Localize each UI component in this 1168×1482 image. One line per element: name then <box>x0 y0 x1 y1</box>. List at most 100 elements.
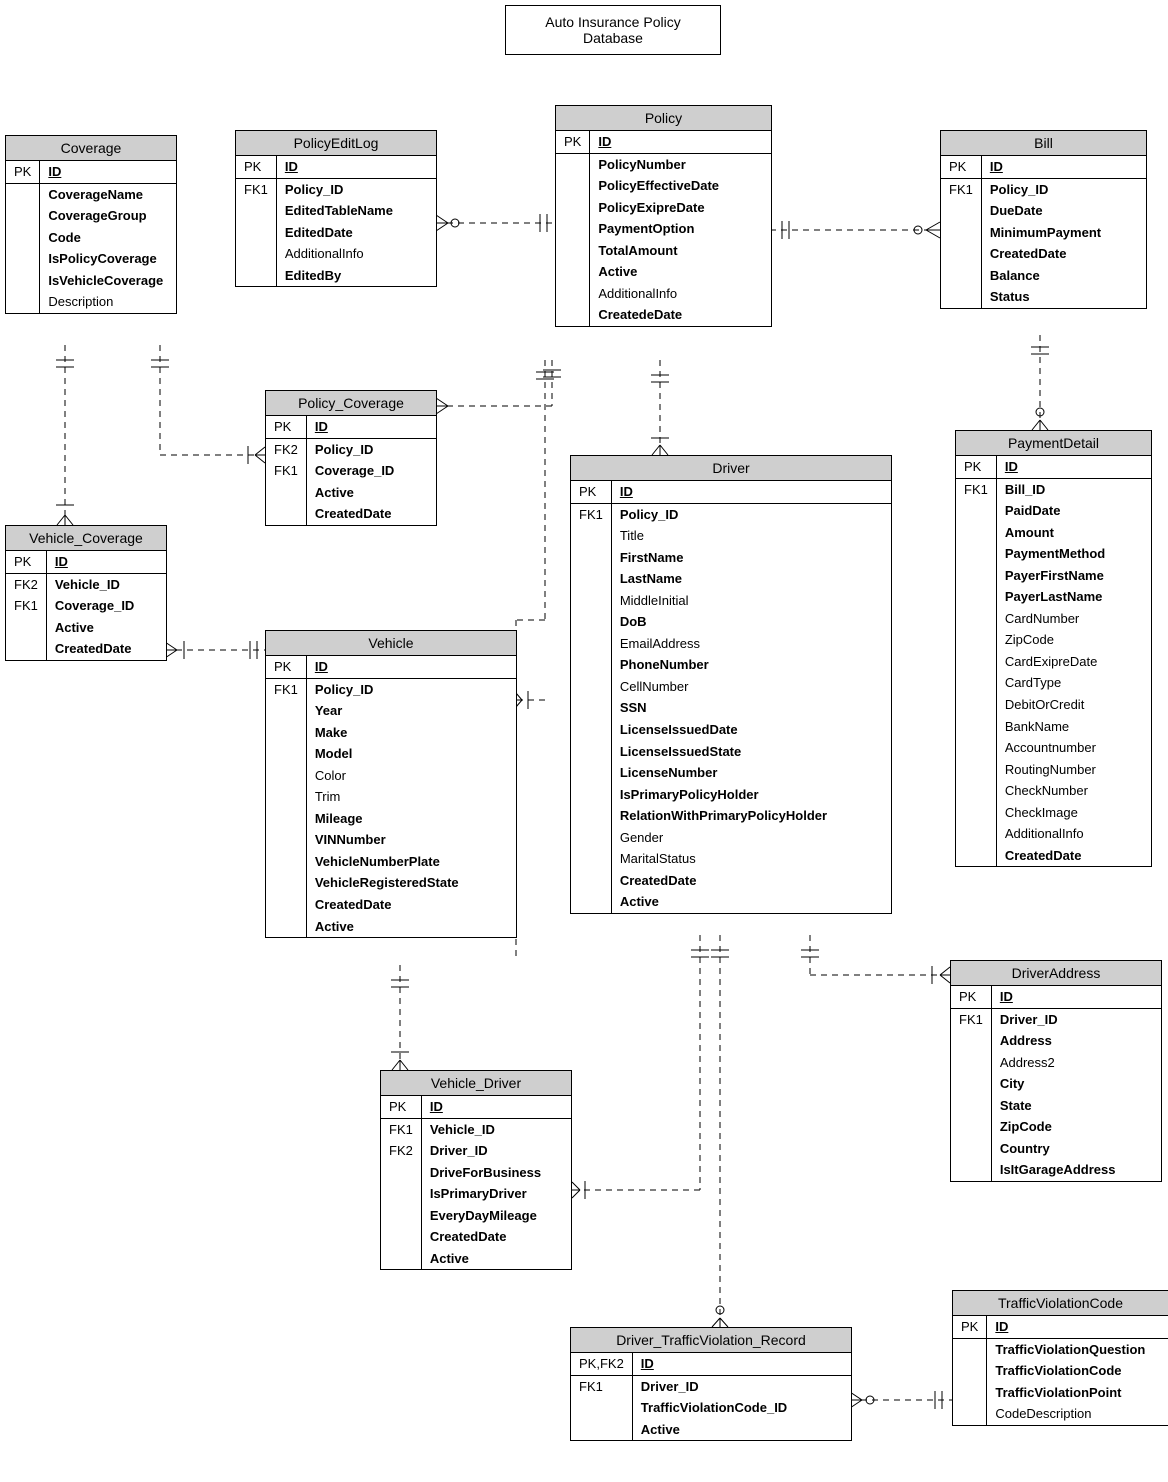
attr-cell: CreatedDate <box>47 638 166 660</box>
key-cell <box>571 525 611 547</box>
key-cell <box>956 845 996 867</box>
key-cell: FK1 <box>266 679 306 701</box>
key-cell <box>953 1382 986 1404</box>
attr-cell: ID <box>40 161 176 184</box>
key-cell <box>951 1030 991 1052</box>
attr-cell: PayerLastName <box>997 586 1151 608</box>
key-cell <box>266 851 306 873</box>
entity-title: Vehicle_Driver <box>381 1071 571 1096</box>
key-cell <box>941 200 981 222</box>
attr-cell: AdditionalInfo <box>590 283 771 305</box>
entity-title: PaymentDetail <box>956 431 1151 456</box>
key-cell: FK1 <box>571 1376 632 1398</box>
attr-cell: CoverageGroup <box>40 205 176 227</box>
key-cell: PK,FK2 <box>571 1353 632 1376</box>
entity-title: TrafficViolationCode <box>953 1291 1168 1316</box>
attr-cell: Driver_ID <box>422 1140 571 1162</box>
key-cell <box>571 654 611 676</box>
attr-cell: Policy_ID <box>982 179 1146 201</box>
key-cell <box>571 719 611 741</box>
key-cell: FK1 <box>956 479 996 501</box>
key-cell <box>571 870 611 892</box>
attr-cell: CardNumber <box>997 608 1151 630</box>
key-cell <box>956 823 996 845</box>
entity-title: PolicyEditLog <box>236 131 436 156</box>
key-cell: FK1 <box>236 179 276 201</box>
attr-cell: IsVehicleCoverage <box>40 270 176 292</box>
attr-cell: Color <box>307 765 516 787</box>
attr-cell: Active <box>612 891 891 913</box>
key-cell <box>956 651 996 673</box>
key-cell <box>381 1183 421 1205</box>
key-cell <box>571 547 611 569</box>
attr-cell: State <box>992 1095 1161 1117</box>
key-cell <box>953 1403 986 1425</box>
key-cell <box>266 722 306 744</box>
key-cell <box>956 737 996 759</box>
attr-cell: RelationWithPrimaryPolicyHolder <box>612 805 891 827</box>
attr-cell: CreatedDate <box>612 870 891 892</box>
attr-cell: Status <box>982 286 1146 308</box>
key-cell <box>266 872 306 894</box>
key-cell <box>951 1095 991 1117</box>
entity-title: Bill <box>941 131 1146 156</box>
key-cell: PK <box>236 156 276 179</box>
attr-cell: CoverageName <box>40 184 176 206</box>
attr-cell: Gender <box>612 827 891 849</box>
key-cell: PK <box>6 161 39 184</box>
key-cell: FK1 <box>941 179 981 201</box>
attr-cell: ID <box>633 1353 851 1376</box>
key-cell <box>951 1138 991 1160</box>
key-cell <box>956 716 996 738</box>
entity-policy: PolicyPK IDPolicyNumberPolicyEffectiveDa… <box>555 105 772 327</box>
key-cell <box>6 638 46 660</box>
key-cell <box>571 676 611 698</box>
attr-cell: LicenseIssuedDate <box>612 719 891 741</box>
key-cell <box>951 1159 991 1181</box>
attr-cell: Active <box>633 1419 851 1441</box>
attr-cell: CheckImage <box>997 802 1151 824</box>
entity-policyeditlog: PolicyEditLogPKFK1 IDPolicy_IDEditedTabl… <box>235 130 437 287</box>
attr-cell: VINNumber <box>307 829 516 851</box>
key-cell <box>941 243 981 265</box>
key-cell <box>381 1226 421 1248</box>
key-cell <box>266 808 306 830</box>
entity-title: Vehicle_Coverage <box>6 526 166 551</box>
key-cell <box>953 1339 986 1361</box>
attr-cell: TrafficViolationCode <box>987 1360 1168 1382</box>
entity-policy_coverage: Policy_CoveragePKFK2FK1 IDPolicy_IDCover… <box>265 390 437 526</box>
key-cell <box>266 786 306 808</box>
entity-trafficviolationcode: TrafficViolationCodePK IDTrafficViolatio… <box>952 1290 1168 1426</box>
key-cell: PK <box>941 156 981 179</box>
key-cell <box>571 568 611 590</box>
key-cell <box>951 1073 991 1095</box>
attr-cell: Amount <box>997 522 1151 544</box>
attr-cell: PolicyNumber <box>590 154 771 176</box>
key-cell <box>951 1052 991 1074</box>
key-cell <box>956 586 996 608</box>
key-cell: FK1 <box>266 460 306 482</box>
attr-cell: IsPrimaryPolicyHolder <box>612 784 891 806</box>
key-cell <box>236 200 276 222</box>
key-cell <box>6 248 39 270</box>
key-cell <box>381 1162 421 1184</box>
attr-cell: Policy_ID <box>307 679 516 701</box>
attr-cell: Driver_ID <box>633 1376 851 1398</box>
key-cell: PK <box>6 551 46 574</box>
key-cell <box>6 291 39 313</box>
attr-cell: Driver_ID <box>992 1009 1161 1031</box>
erd-canvas: Auto Insurance PolicyDatabase CoveragePK… <box>0 0 1168 1482</box>
key-cell <box>941 286 981 308</box>
key-cell <box>6 617 46 639</box>
attr-cell: PaymentMethod <box>997 543 1151 565</box>
key-cell <box>571 697 611 719</box>
entity-title: Vehicle <box>266 631 516 656</box>
key-cell: PK <box>951 986 991 1009</box>
attr-cell: AdditionalInfo <box>997 823 1151 845</box>
key-cell: FK1 <box>951 1009 991 1031</box>
attr-cell: ID <box>307 656 516 679</box>
attr-cell: PayerFirstName <box>997 565 1151 587</box>
attr-cell: ZipCode <box>992 1116 1161 1138</box>
attr-cell: Code <box>40 227 176 249</box>
attr-cell: TotalAmount <box>590 240 771 262</box>
